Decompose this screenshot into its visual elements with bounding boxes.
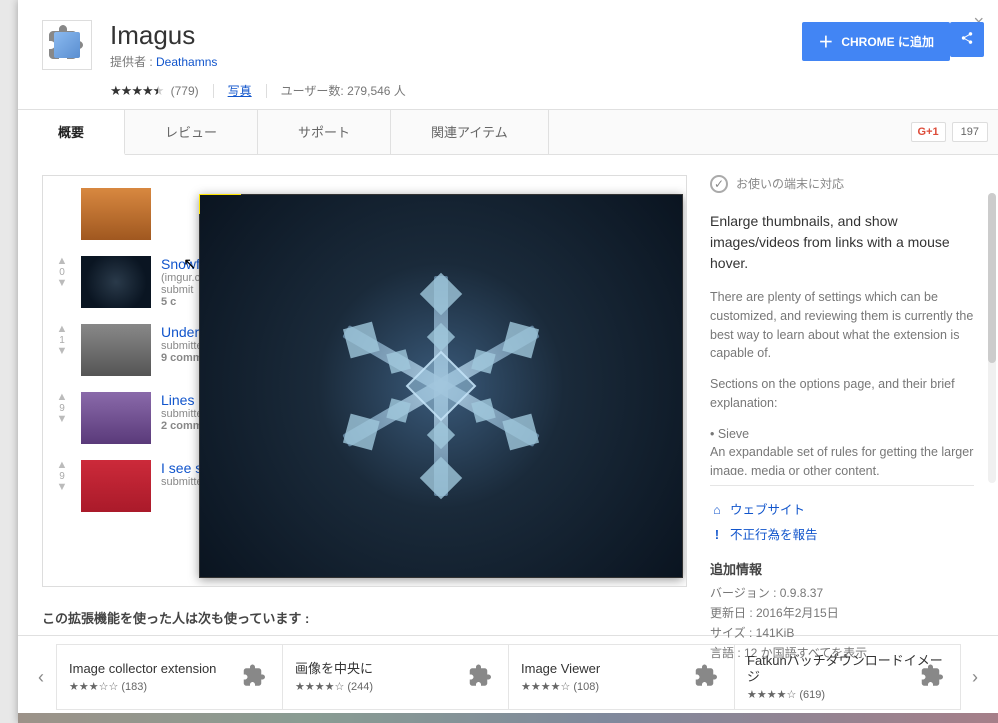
cursor-icon: ↖ (183, 254, 196, 274)
tab-reviews[interactable]: レビュー (125, 110, 258, 154)
desc-p2: Sections on the options page, and their … (710, 375, 974, 413)
provider: 提供者 : Deathamns (110, 53, 406, 70)
snowflake-icon (331, 276, 551, 496)
related-card-2[interactable]: Image Viewer ★★★★☆ (108) (508, 644, 735, 710)
screenshot-area: ▲0▼ Snowf(imgur.csubmit5 c ▲1▼ Undersubm… (42, 175, 692, 590)
related-carousel: ‹ Image collector extension ★★★☆☆ (183) … (18, 636, 998, 718)
info-version: バージョン : 0.9.8.37 (710, 583, 974, 603)
headline: Enlarge thumbnails, and show images/vide… (710, 211, 974, 274)
extension-dialog: × ＋ CHROME に追加 Imagus 提供者 : Deathamns ★★… (18, 0, 998, 723)
puzzle-icon (464, 662, 498, 692)
scrollbar[interactable] (988, 193, 996, 483)
related-card-0[interactable]: Image collector extension ★★★☆☆ (183) (56, 644, 283, 710)
puzzle-icon (238, 662, 272, 692)
check-icon (710, 175, 728, 193)
carousel-prev[interactable]: ‹ (26, 647, 56, 707)
report-link[interactable]: ! 不正行為を報告 (710, 523, 974, 548)
header-info: Imagus 提供者 : Deathamns ★★★★★ (779) 写真 ユー… (110, 20, 406, 99)
related-card-3[interactable]: Fatkunバッチダウンロードイメージ ★★★★☆ (619) (734, 644, 961, 710)
screenshot: ▲0▼ Snowf(imgur.csubmit5 c ▲1▼ Undersubm… (42, 175, 687, 587)
footer-strip (18, 713, 998, 723)
gplus-button[interactable]: G+1 (911, 122, 946, 142)
tab-support[interactable]: サポート (258, 110, 391, 154)
compat-label: お使いの端末に対応 (736, 175, 844, 193)
meta-row: ★★★★★ (779) 写真 ユーザー数: 279,546 人 (110, 82, 406, 99)
info-title: 追加情報 (710, 560, 974, 580)
tabs: 概要 レビュー サポート 関連アイテム G+1 197 (18, 109, 998, 155)
bullet-sieve: • Sieve An expandable set of rules for g… (710, 425, 974, 476)
category-link[interactable]: 写真 (228, 82, 252, 99)
info-updated: 更新日 : 2016年2月15日 (710, 603, 974, 623)
website-link[interactable]: ⌂ ウェブサイト (710, 498, 974, 523)
tab-overview[interactable]: 概要 (18, 110, 125, 155)
body: ▲0▼ Snowf(imgur.csubmit5 c ▲1▼ Undersubm… (18, 155, 998, 600)
puzzle-icon (916, 662, 950, 692)
extension-icon (42, 20, 92, 70)
tab-related[interactable]: 関連アイテム (391, 110, 549, 154)
gplus: G+1 197 (911, 110, 998, 154)
extension-title: Imagus (110, 20, 406, 51)
home-icon: ⌂ (710, 503, 724, 517)
sidebar-links: ⌂ ウェブサイト ! 不正行為を報告 (710, 485, 974, 548)
sidebar: お使いの端末に対応 Enlarge thumbnails, and show i… (692, 175, 998, 590)
rating: ★★★★★ (779) (110, 83, 199, 99)
warning-icon: ! (710, 528, 724, 542)
stars-icon: ★★★★★ (110, 83, 163, 99)
gplus-count: 197 (952, 122, 988, 142)
provider-link[interactable]: Deathamns (156, 55, 217, 69)
info-size: サイズ : 141KiB (710, 623, 974, 643)
related-card-1[interactable]: 画像を中央に ★★★★☆ (244) (282, 644, 509, 710)
popup-image (200, 195, 682, 577)
hover-popup: 9 / 12 915×686 (199, 194, 683, 578)
rating-count: (779) (171, 84, 199, 98)
compat-row: お使いの端末に対応 (710, 175, 974, 193)
puzzle-icon (690, 662, 724, 692)
header: Imagus 提供者 : Deathamns ★★★★★ (779) 写真 ユー… (18, 0, 998, 109)
desc-p1: There are plenty of settings which can b… (710, 288, 974, 363)
users-count: ユーザー数: 279,546 人 (281, 82, 406, 99)
